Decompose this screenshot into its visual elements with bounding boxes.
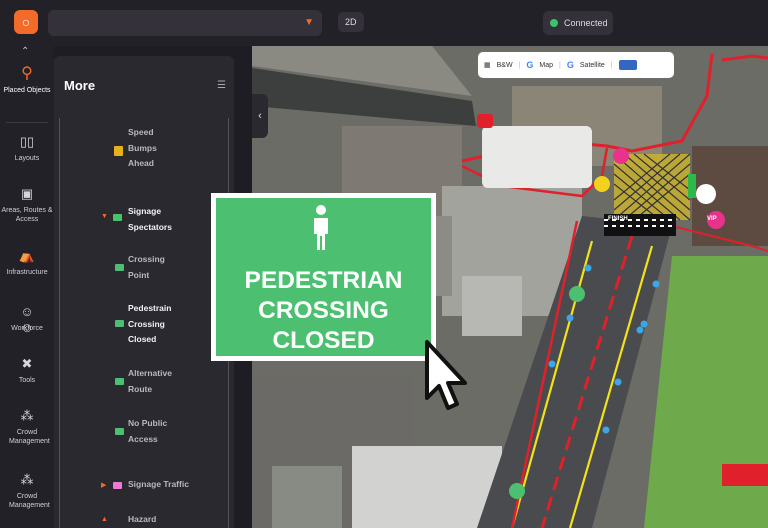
panel-title: More bbox=[64, 78, 96, 93]
signage-icon bbox=[115, 320, 124, 327]
crowd-icon: ⁂ bbox=[20, 408, 34, 423]
tent-icon: ⛺ bbox=[18, 248, 36, 263]
brand-logo-icon[interactable]: ○ bbox=[14, 10, 38, 34]
pedestrian-icon bbox=[314, 205, 328, 250]
rail-item-workforce[interactable]: ☺☺ Workforce bbox=[0, 304, 54, 335]
chevron-down-icon: ▼ bbox=[304, 17, 314, 28]
panel-border bbox=[59, 118, 60, 528]
route-icon: ▣ bbox=[20, 186, 34, 201]
map-layer-toggle: ▦ B&W | G Map | G Satellite | bbox=[478, 52, 674, 78]
rail-label: Areas, Routes & Access bbox=[1, 207, 53, 223]
layer-bw[interactable]: B&W bbox=[497, 62, 513, 69]
rail-item-tools[interactable]: ✖ Tools bbox=[0, 356, 54, 385]
divider: | bbox=[610, 61, 613, 69]
layer-satellite[interactable]: Satellite bbox=[580, 62, 605, 69]
chevron-up-icon[interactable]: ⌃ bbox=[21, 46, 29, 57]
more-panel: More ☰ Speed Bumps Ahead ▼ Signage Spect… bbox=[54, 56, 234, 528]
collapse-panel-button[interactable]: ‹ bbox=[252, 94, 268, 138]
signage-icon bbox=[115, 378, 124, 385]
rail-item-crowd-management-2[interactable]: ⁂ Crowd Management bbox=[0, 472, 54, 510]
view-mode-toggle[interactable]: 2D bbox=[338, 12, 364, 32]
rail-label: Layouts bbox=[14, 155, 40, 162]
sign-line-3: CLOSED bbox=[272, 327, 375, 354]
object-signage-traffic[interactable]: Signage Traffic bbox=[128, 477, 228, 493]
finish-label: FINISH bbox=[608, 216, 628, 222]
object-speed-bumps[interactable]: Speed Bumps Ahead bbox=[128, 125, 178, 172]
hazard-caret-icon[interactable]: ▲ bbox=[101, 516, 108, 523]
rail-divider bbox=[6, 122, 48, 123]
rail-label: Workforce bbox=[11, 325, 43, 332]
rail-label: Placed Objects bbox=[3, 87, 51, 94]
divider: | bbox=[559, 61, 561, 69]
ordnance-survey-icon[interactable] bbox=[618, 60, 637, 70]
bw-icon: ▦ bbox=[484, 62, 491, 69]
signage-icon bbox=[113, 214, 122, 221]
wrench-icon: ✖ bbox=[21, 356, 33, 371]
google-icon: G bbox=[526, 60, 534, 70]
expand-caret-icon[interactable]: ▼ bbox=[101, 213, 108, 220]
pedestrian-crossing-closed-sign: PEDESTRIAN CROSSING CLOSED bbox=[211, 193, 436, 361]
status-dot-icon bbox=[550, 19, 558, 27]
mouse-cursor-icon bbox=[425, 340, 467, 410]
sign-face: PEDESTRIAN CROSSING CLOSED bbox=[216, 198, 431, 356]
rail-item-areas[interactable]: ▣ Areas, Routes & Access bbox=[0, 186, 54, 224]
rail-item-infrastructure[interactable]: ⛺ Infrastructure bbox=[0, 248, 54, 277]
rail-item-placed-objects[interactable]: ⚲ Placed Objects bbox=[0, 66, 54, 95]
columns-icon: ▯▯ bbox=[19, 134, 35, 149]
signage-traffic-icon bbox=[113, 482, 122, 489]
object-pedestrian-crossing-closed[interactable]: Pedestrain Crossing Closed bbox=[128, 301, 182, 348]
rail-label: Crowd Management bbox=[9, 493, 50, 509]
signage-icon bbox=[115, 428, 124, 435]
sign-line-1: PEDESTRIAN bbox=[244, 267, 403, 294]
divider: | bbox=[518, 61, 521, 69]
vip-label: VIP bbox=[707, 216, 717, 222]
top-bar: ○ ▼ 2D Connected bbox=[0, 0, 768, 46]
collapse-caret-icon[interactable]: ▶ bbox=[101, 481, 106, 489]
menu-icon[interactable]: ☰ bbox=[217, 80, 226, 91]
rail-label: Tools bbox=[18, 377, 36, 384]
connection-status: Connected bbox=[543, 11, 613, 35]
status-label: Connected bbox=[564, 18, 608, 28]
project-select[interactable]: ▼ bbox=[48, 10, 322, 36]
layer-map[interactable]: Map bbox=[539, 62, 553, 69]
sign-line-2: CROSSING bbox=[258, 297, 389, 324]
rail-label: Infrastructure bbox=[6, 269, 48, 276]
crowd-icon: ⁂ bbox=[20, 472, 34, 487]
rail-item-crowd-management[interactable]: ⁂ Crowd Management bbox=[0, 408, 54, 446]
object-no-public-access[interactable]: No Public Access bbox=[128, 416, 178, 447]
left-rail: ⌃ ⚲ Placed Objects ▯▯ Layouts ▣ Areas, R… bbox=[0, 46, 54, 528]
object-hazard[interactable]: Hazard bbox=[128, 512, 188, 528]
speed-bump-sign-icon bbox=[114, 146, 123, 156]
rail-label: Crowd Management bbox=[9, 429, 50, 445]
signage-icon bbox=[115, 264, 124, 271]
rail-item-layouts[interactable]: ▯▯ Layouts bbox=[0, 134, 54, 163]
people-icon: ☺☺ bbox=[20, 304, 34, 335]
google-icon: G bbox=[566, 60, 574, 70]
pin-icon: ⚲ bbox=[21, 65, 33, 82]
object-alternative-route[interactable]: Alternative Route bbox=[128, 366, 188, 397]
object-signage-spectators[interactable]: Signage Spectators bbox=[128, 204, 188, 235]
object-crossing-point[interactable]: Crossing Point bbox=[128, 252, 178, 283]
